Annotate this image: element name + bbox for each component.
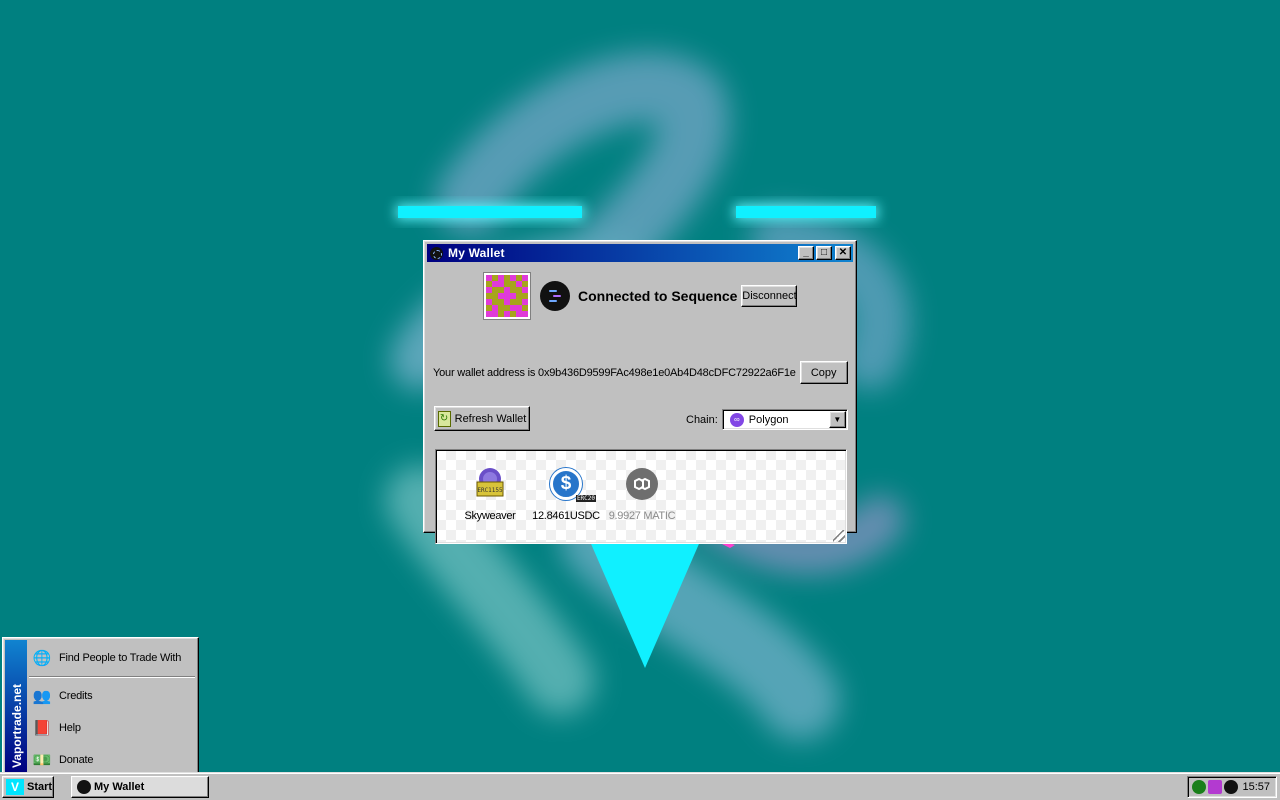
wallet-window: My Wallet _ □ ✕ Connected to Sequence Di…: [423, 240, 857, 544]
token-label: Skyweaver: [464, 510, 516, 522]
book-icon: 📕: [32, 720, 52, 737]
system-tray: 15:57: [1187, 776, 1277, 798]
chain-row: Chain: ∞ Polygon ▼: [686, 409, 848, 430]
erc1155-badge: ERC1155: [477, 487, 503, 494]
sequence-icon: [430, 246, 443, 260]
banner-label: Vaportrade.net: [10, 683, 24, 768]
menu-separator: [29, 676, 195, 678]
taskbar-item-my-wallet[interactable]: My Wallet: [71, 776, 209, 798]
avatar-icon[interactable]: [1208, 780, 1222, 794]
sequence-icon[interactable]: [1224, 780, 1238, 794]
sequence-icon: [77, 780, 91, 794]
avatar-pattern-icon: [486, 275, 528, 317]
minimize-button[interactable]: _: [798, 246, 814, 260]
check-icon[interactable]: [1192, 780, 1206, 794]
sequence-logo-icon: [540, 281, 570, 311]
account-row: Connected to Sequence Disconnect: [483, 272, 798, 320]
menu-item-donate[interactable]: 💵 Donate: [27, 747, 198, 773]
task-label: My Wallet: [94, 781, 145, 793]
menu-item-help[interactable]: 📕 Help: [27, 715, 198, 741]
polygon-icon: ∞: [729, 412, 744, 427]
menu-item-find-people[interactable]: 🌐 Find People to Trade With: [27, 645, 198, 671]
avatar: [483, 272, 531, 320]
start-menu-items: 🌐 Find People to Trade With 👥 Credits 📕 …: [27, 640, 196, 772]
wallet-address: Your wallet address is 0x9b436D9599FAc49…: [433, 366, 796, 379]
chain-select[interactable]: ∞ Polygon ▼: [721, 409, 848, 430]
resize-grip-icon[interactable]: [833, 530, 845, 542]
token-label: 12.8461USDC: [532, 510, 600, 522]
token-item[interactable]: 9.9927 MATIC: [602, 464, 682, 522]
refresh-wallet-button[interactable]: ↻ Refresh Wallet: [434, 406, 530, 431]
refresh-label: Refresh Wallet: [454, 412, 527, 425]
start-button[interactable]: V Start: [2, 776, 54, 798]
money-icon: 💵: [32, 752, 52, 769]
clock: 15:57: [1242, 781, 1270, 793]
chevron-down-icon[interactable]: ▼: [828, 411, 846, 428]
address-row: Your wallet address is 0x9b436D9599FAc49…: [433, 361, 848, 384]
chain-label: Chain:: [686, 413, 718, 426]
title-bar[interactable]: My Wallet _ □ ✕: [427, 244, 853, 262]
people-icon: 👥: [32, 688, 52, 705]
disconnect-button[interactable]: Disconnect: [741, 285, 798, 307]
skyweaver-erc1155-icon: ERC1155: [473, 464, 507, 500]
maximize-button[interactable]: □: [816, 246, 832, 260]
close-button[interactable]: ✕: [835, 246, 851, 260]
erc20-badge: ERC20: [575, 495, 596, 502]
copy-button[interactable]: Copy: [799, 361, 848, 384]
window-body: Connected to Sequence Disconnect Your wa…: [427, 262, 853, 544]
token-item[interactable]: $ ERC20 12.8461USDC: [526, 464, 606, 522]
start-menu: Vaportrade.net 🌐 Find People to Trade Wi…: [2, 637, 199, 775]
taskbar: V Start My Wallet 15:57: [0, 772, 1280, 800]
matic-icon: [626, 468, 658, 500]
token-list: ERC1155 Skyweaver $ ERC20 12.8461USDC 9.…: [435, 449, 847, 544]
start-menu-banner: Vaportrade.net: [5, 640, 27, 772]
chain-selected-value: Polygon: [748, 413, 789, 426]
token-item[interactable]: ERC1155 Skyweaver: [450, 464, 530, 522]
refresh-icon: ↻: [437, 410, 451, 427]
token-label: 9.9927 MATIC: [608, 510, 676, 522]
vaportrade-logo-icon: V: [6, 779, 24, 795]
start-label: Start: [27, 781, 53, 793]
connection-status: Connected to Sequence: [578, 288, 738, 304]
globe-icon: 🌐: [32, 650, 52, 667]
menu-item-credits[interactable]: 👥 Credits: [27, 683, 198, 709]
window-title: My Wallet: [448, 246, 505, 260]
